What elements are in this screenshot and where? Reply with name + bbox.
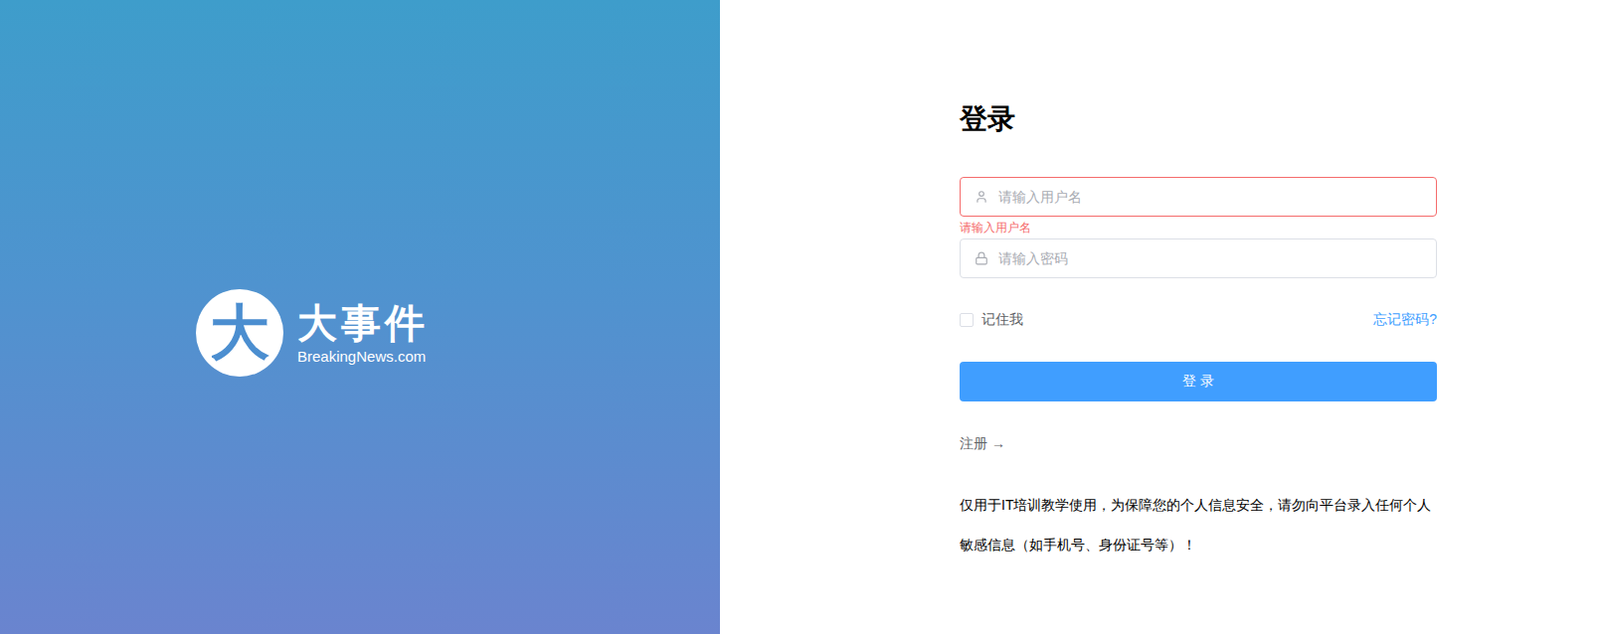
lock-icon	[974, 251, 989, 266]
options-row: 记住我 忘记密码?	[959, 310, 1437, 331]
user-icon	[974, 189, 989, 204]
form-panel: 登录请输入用户名记住我 忘记密码? 登 录注册 → 仅用于IT培训教学使用，为保障您的…	[719, 0, 1600, 634]
logo-mark: 大	[195, 289, 284, 377]
password-field[interactable]	[959, 238, 1437, 279]
form-item	[959, 238, 1437, 301]
error-text	[959, 278, 1437, 301]
username-field[interactable]	[959, 177, 1437, 217]
login-page: 大大事件BreakingNews.com 登录请输入用户名记住我 忘记密码? 登 录注…	[0, 0, 1600, 634]
login-form: 登录请输入用户名记住我 忘记密码? 登 录注册 → 仅用于IT培训教学使用，为保障您的…	[959, 105, 1437, 565]
password-input[interactable]	[996, 249, 1423, 268]
checkbox-box[interactable]	[959, 313, 974, 328]
form-item: 请输入用户名	[959, 177, 1437, 239]
brand-name: 大事件	[297, 299, 429, 348]
brand-subtitle: BreakingNews.com	[297, 347, 429, 367]
remember-label: 记住我	[981, 311, 1024, 330]
login-button[interactable]: 登 录	[959, 361, 1437, 402]
error-text: 请输入用户名	[959, 216, 1437, 239]
forgot-link[interactable]: 忘记密码?	[1373, 311, 1437, 330]
form-title: 登录	[959, 105, 1437, 134]
notice-text: 仅用于IT培训教学使用，为保障您的个人信息安全，请勿向平台录入任何个人敏感信息（…	[959, 485, 1437, 565]
register-link[interactable]: 注册 →	[959, 433, 1006, 454]
brand-logo: 大大事件BreakingNews.com	[195, 289, 429, 377]
remember-checkbox[interactable]: 记住我	[959, 311, 1024, 330]
brand-text: 大事件BreakingNews.com	[297, 299, 429, 367]
hero-panel: 大大事件BreakingNews.com	[0, 0, 720, 634]
username-input[interactable]	[996, 187, 1423, 206]
